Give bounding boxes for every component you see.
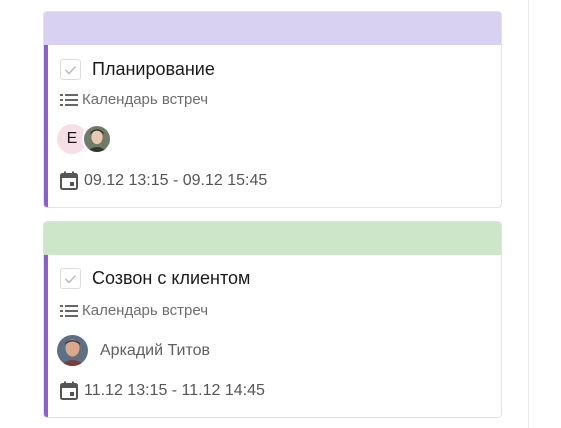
event-card-client-call[interactable]: Созвон с клиентом Календарь встреч Аркад… [43, 221, 502, 418]
calendar-icon [60, 171, 78, 190]
card-header [44, 12, 501, 45]
task-checkbox[interactable] [60, 268, 81, 289]
avatar[interactable] [82, 124, 112, 154]
calendar-icon [60, 381, 78, 400]
check-icon [64, 274, 77, 284]
event-title: Планирование [92, 59, 215, 79]
person-photo-icon [84, 126, 110, 152]
calendar-name: Календарь встреч [82, 302, 209, 319]
event-date-range: 11.12 13:15 - 11.12 14:45 [84, 381, 265, 399]
check-icon [64, 65, 77, 75]
card-header [44, 222, 501, 255]
event-card-planning[interactable]: Планирование Календарь встреч Е 09.12 13… [43, 11, 502, 208]
calendar-name: Календарь встреч [82, 91, 209, 108]
event-date-range: 09.12 13:15 - 09.12 15:45 [84, 171, 268, 189]
list-icon [60, 93, 78, 106]
attendee-name: Аркадий Титов [100, 341, 211, 359]
panel-divider [528, 0, 529, 428]
card-body: Планирование Календарь встреч Е 09.12 13… [44, 45, 501, 207]
avatar-initial: Е [66, 130, 78, 147]
task-checkbox[interactable] [60, 59, 81, 80]
event-title: Созвон с клиентом [92, 268, 251, 288]
avatar[interactable] [57, 335, 88, 366]
list-icon [60, 304, 78, 317]
card-body: Созвон с клиентом Календарь встреч Аркад… [44, 255, 501, 417]
person-photo-icon [57, 335, 88, 366]
